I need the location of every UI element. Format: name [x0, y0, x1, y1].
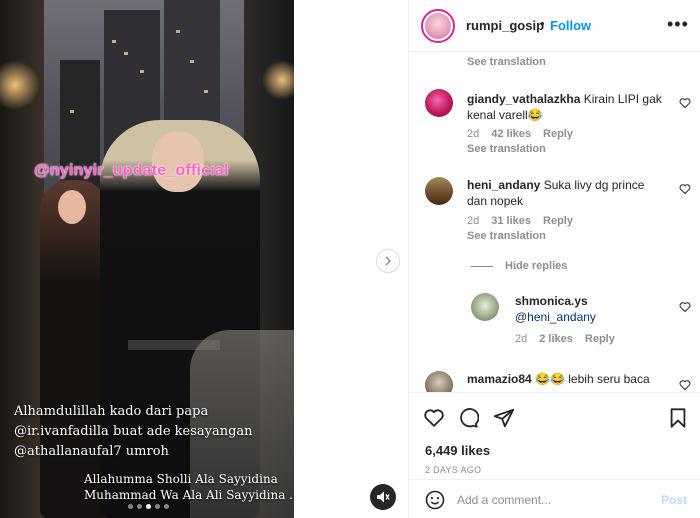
- carousel-indicator: [128, 504, 169, 509]
- reply-button[interactable]: Reply: [543, 128, 573, 140]
- reply-body: shmonica.ys @heni_andany: [515, 293, 665, 325]
- mute-button[interactable]: [370, 484, 396, 510]
- woman-figure: [40, 180, 108, 518]
- separator-dot: •: [540, 16, 545, 31]
- carousel-dot: [155, 504, 160, 509]
- building-window: [124, 52, 128, 55]
- post-video[interactable]: @nyinyir_update_official Alhamdulillah k…: [0, 0, 294, 518]
- reply-likes[interactable]: 2 likes: [539, 333, 573, 345]
- heart-icon[interactable]: [679, 97, 691, 109]
- building-window: [140, 70, 144, 73]
- reply-username[interactable]: shmonica.ys: [515, 293, 665, 309]
- comment-body: heni_andany Suka livy dg prince dan nope…: [467, 177, 663, 209]
- carousel-dot: [164, 504, 169, 509]
- more-options-button[interactable]: •••: [667, 14, 689, 35]
- lamp-glow: [262, 60, 294, 100]
- speaker-muted-icon: [377, 491, 390, 503]
- post-side-panel: rumpi_gosip • Follow ••• See translation…: [408, 0, 700, 518]
- carousel-dot-active: [146, 504, 151, 509]
- follow-button[interactable]: Follow: [550, 18, 591, 33]
- replies-divider: [471, 266, 493, 267]
- reply-meta: 2d 2 likes Reply: [515, 333, 615, 345]
- comment-username[interactable]: mamazio84: [467, 372, 532, 386]
- building-window: [112, 40, 116, 43]
- reply-button[interactable]: Reply: [585, 333, 615, 345]
- reply-age: 2d: [515, 333, 528, 345]
- comment-icon[interactable]: [457, 407, 479, 429]
- emoji-icon[interactable]: [425, 490, 445, 510]
- comment-meta: 2d 31 likes Reply: [467, 215, 573, 227]
- comment-body: mamazio84 😂😂 lebih seru baca: [467, 371, 663, 387]
- comment-body: giandy_vathalazkha Kirain LIPI gak kenal…: [467, 91, 663, 123]
- commenter-avatar[interactable]: [425, 89, 453, 117]
- face: [58, 190, 86, 224]
- building-window: [70, 110, 74, 113]
- comments-list[interactable]: See translation giandy_vathalazkha Kirai…: [409, 53, 700, 392]
- commenter-avatar[interactable]: [425, 177, 453, 205]
- comment-username[interactable]: giandy_vathalazkha: [467, 92, 580, 106]
- avatar-image: [425, 13, 451, 39]
- caption-line: Alhamdulillah kado dari papa: [14, 404, 209, 419]
- heart-icon[interactable]: [679, 301, 691, 313]
- post-date[interactable]: 2 DAYS AGO: [425, 465, 481, 475]
- hide-replies-button[interactable]: Hide replies: [505, 260, 567, 272]
- see-translation-link[interactable]: See translation: [467, 56, 546, 68]
- caption-line: @athallanaufal7 umroh: [14, 444, 169, 459]
- chevron-right-icon: [385, 256, 392, 266]
- commenter-avatar[interactable]: [425, 371, 453, 392]
- watermark-text: @nyinyir_update_official: [34, 162, 229, 179]
- reply-mention[interactable]: @heni_andany: [515, 309, 665, 325]
- post-actions: 6,449 likes 2 DAYS AGO Post: [409, 392, 700, 518]
- reply-button[interactable]: Reply: [543, 215, 573, 227]
- send-icon[interactable]: [493, 407, 515, 429]
- add-comment-bar: Post: [409, 479, 700, 518]
- likes-count[interactable]: 6,449 likes: [425, 443, 490, 458]
- post-header: rumpi_gosip • Follow •••: [409, 0, 700, 52]
- comment-text: 😂😂 lebih seru baca: [535, 372, 650, 386]
- carousel-dot: [128, 504, 133, 509]
- comment-username[interactable]: heni_andany: [467, 178, 540, 192]
- bookmark-icon[interactable]: [667, 407, 689, 429]
- building-window: [190, 60, 194, 63]
- caption-line: Muhammad Wa Ala Ali Sayyidina ...: [84, 488, 294, 502]
- media-area: @nyinyir_update_official Alhamdulillah k…: [0, 0, 408, 518]
- comment-input[interactable]: [457, 488, 647, 512]
- post-viewer: @nyinyir_update_official Alhamdulillah k…: [0, 0, 700, 518]
- carousel-dot: [137, 504, 142, 509]
- caption-line: Allahumma Sholli Ala Sayyidina: [84, 472, 278, 486]
- heart-icon[interactable]: [679, 183, 691, 195]
- see-translation-link[interactable]: See translation: [467, 143, 546, 155]
- commenter-avatar[interactable]: [471, 293, 499, 321]
- heart-icon[interactable]: [679, 379, 691, 391]
- author-username[interactable]: rumpi_gosip: [466, 18, 544, 33]
- comment-meta: 2d 42 likes Reply: [467, 128, 573, 140]
- author-avatar[interactable]: [421, 9, 455, 43]
- comment-age: 2d: [467, 215, 480, 227]
- heart-icon[interactable]: [423, 407, 445, 429]
- next-media-button[interactable]: [376, 249, 400, 273]
- post-comment-button[interactable]: Post: [661, 493, 687, 507]
- caption-line: @ir.ivanfadilla buat ade kesayangan: [14, 424, 253, 439]
- building-window: [176, 30, 180, 33]
- building-window: [204, 90, 208, 93]
- see-translation-link[interactable]: See translation: [467, 230, 546, 242]
- comment-likes[interactable]: 31 likes: [491, 215, 531, 227]
- comment-likes[interactable]: 42 likes: [491, 128, 531, 140]
- comment-age: 2d: [467, 128, 480, 140]
